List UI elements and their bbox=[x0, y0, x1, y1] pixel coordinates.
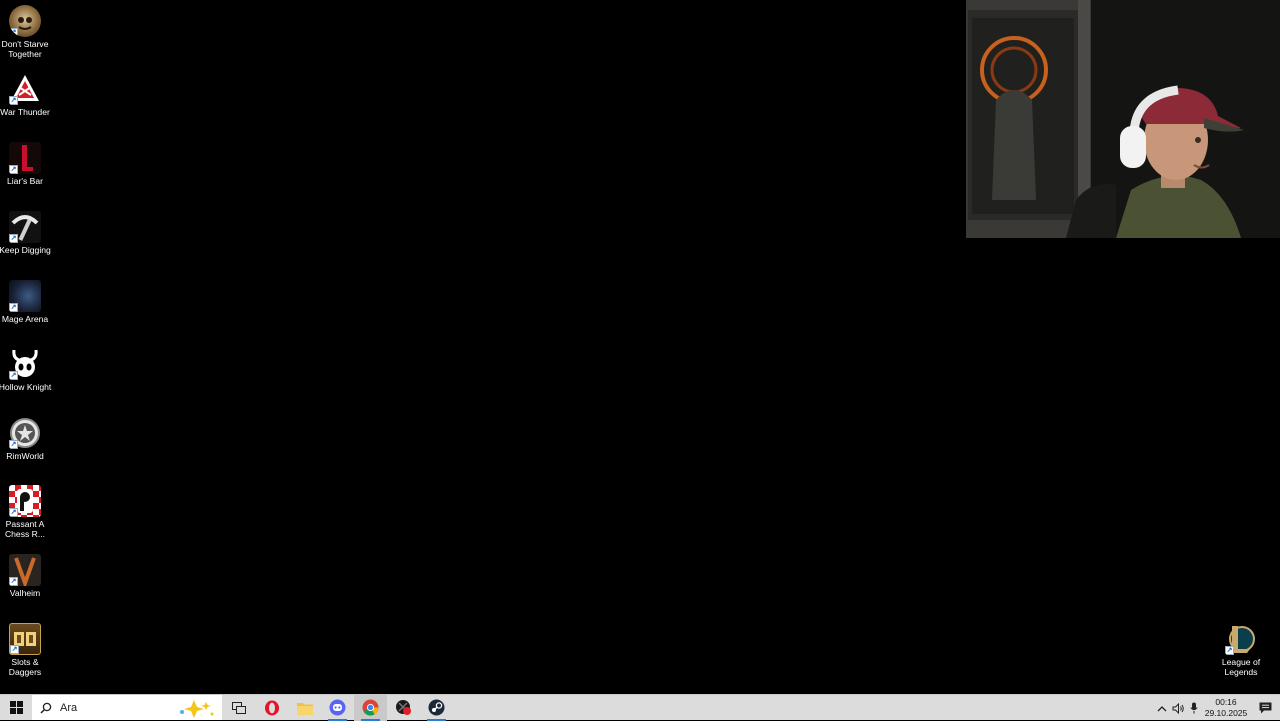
desktop-icon-label: Hollow Knight bbox=[0, 382, 52, 392]
desktop-icon-label: RimWorld bbox=[6, 451, 44, 461]
taskbar: Ara 00:16 29.10.2025 bbox=[0, 694, 1280, 721]
task-view-icon bbox=[231, 701, 246, 714]
desktop-icon-label: War Thunder bbox=[0, 107, 50, 117]
red-black-app-icon bbox=[396, 700, 411, 715]
search-placeholder: Ara bbox=[60, 701, 78, 714]
desktop-icon-passant-chess[interactable]: ↗ Passant A Chess R... bbox=[0, 485, 52, 539]
windows-logo-icon bbox=[9, 701, 23, 714]
steam-icon bbox=[428, 699, 445, 716]
passant-chess-icon: ↗ bbox=[9, 485, 41, 517]
desktop-icon-liars-bar[interactable]: ↗ Liar's Bar bbox=[0, 142, 52, 186]
opera-taskbar-button[interactable] bbox=[255, 695, 288, 721]
desktop-icon-slots-daggers[interactable]: ↗ Slots & Daggers bbox=[0, 623, 52, 677]
mage-arena-icon: ↗ bbox=[9, 280, 41, 312]
desktop-icon-rimworld[interactable]: ↗ RimWorld bbox=[0, 417, 52, 461]
discord-taskbar-button[interactable] bbox=[321, 695, 354, 721]
desktop-icon-keep-digging[interactable]: ↗ Keep Digging bbox=[0, 211, 52, 255]
microphone-button[interactable] bbox=[1186, 695, 1202, 721]
shortcut-arrow-icon: ↗ bbox=[9, 440, 18, 449]
war-thunder-icon: ↗ bbox=[9, 73, 41, 105]
liars-bar-icon: ↗ bbox=[9, 142, 41, 174]
shortcut-arrow-icon: ↗ bbox=[9, 234, 18, 243]
desktop-icon-war-thunder[interactable]: ↗ War Thunder bbox=[0, 73, 52, 117]
system-tray: 00:16 29.10.2025 bbox=[1154, 695, 1280, 721]
steam-taskbar-button[interactable] bbox=[420, 695, 453, 721]
desktop-icon-label: Valheim bbox=[9, 588, 41, 598]
desktop-icon-dont-starve-together[interactable]: ↗ Don't Starve Together bbox=[0, 5, 52, 59]
desktop-icon-label: Liar's Bar bbox=[6, 176, 44, 186]
shortcut-arrow-icon: ↗ bbox=[9, 28, 18, 37]
folder-icon bbox=[296, 702, 313, 715]
keep-digging-icon: ↗ bbox=[9, 211, 41, 243]
desktop-icon-label: Slots & Daggers bbox=[8, 657, 42, 677]
file-explorer-taskbar-button[interactable] bbox=[288, 695, 321, 721]
dont-starve-together-icon: ↗ bbox=[9, 5, 41, 37]
shortcut-arrow-icon: ↗ bbox=[9, 508, 18, 517]
chrome-icon bbox=[362, 699, 379, 716]
show-hidden-icons-button[interactable] bbox=[1154, 695, 1170, 721]
desktop-icon-valheim[interactable]: ↗ Valheim bbox=[0, 554, 52, 598]
desktop-icon-mage-arena[interactable]: ↗ Mage Arena bbox=[0, 280, 52, 324]
shortcut-arrow-icon: ↗ bbox=[9, 577, 18, 586]
league-of-legends-icon: ↗ bbox=[1225, 623, 1257, 655]
opera-icon bbox=[264, 700, 279, 715]
discord-icon bbox=[329, 699, 346, 716]
desktop-icon-label: League of Legends bbox=[1221, 657, 1261, 677]
clock[interactable]: 00:16 29.10.2025 bbox=[1202, 697, 1250, 719]
task-view-button[interactable] bbox=[222, 695, 255, 721]
speaker-icon bbox=[1172, 702, 1184, 714]
valheim-icon: ↗ bbox=[9, 554, 41, 586]
shortcut-arrow-icon: ↗ bbox=[9, 165, 18, 174]
chrome-taskbar-button[interactable] bbox=[354, 694, 387, 721]
chevron-up-icon bbox=[1157, 705, 1167, 711]
start-button[interactable] bbox=[0, 695, 32, 721]
shortcut-arrow-icon: ↗ bbox=[9, 371, 18, 380]
shortcut-arrow-icon: ↗ bbox=[9, 303, 18, 312]
desktop-icon-label: Keep Digging bbox=[0, 245, 51, 255]
shortcut-arrow-icon: ↗ bbox=[10, 645, 19, 654]
clock-date: 29.10.2025 bbox=[1204, 708, 1248, 718]
notification-center-button[interactable] bbox=[1250, 695, 1280, 721]
rimworld-icon: ↗ bbox=[9, 417, 41, 449]
search-box[interactable]: Ara bbox=[32, 695, 222, 720]
shortcut-arrow-icon: ↗ bbox=[9, 96, 18, 105]
desktop-icon-label: Don't Starve Together bbox=[1, 39, 49, 59]
desktop-icon-hollow-knight[interactable]: ↗ Hollow Knight bbox=[0, 348, 52, 392]
microphone-icon bbox=[1190, 702, 1198, 714]
shortcut-arrow-icon: ↗ bbox=[1225, 646, 1234, 655]
slots-daggers-icon: ↗ bbox=[9, 623, 41, 655]
desktop-icon-league-of-legends[interactable]: ↗ League of Legends bbox=[1214, 623, 1268, 677]
notification-icon bbox=[1259, 702, 1271, 714]
desktop-icon-label: Mage Arena bbox=[1, 314, 49, 324]
search-icon bbox=[40, 702, 52, 714]
hollow-knight-icon: ↗ bbox=[9, 348, 41, 380]
volume-button[interactable] bbox=[1170, 695, 1186, 721]
search-highlight-icon bbox=[180, 700, 214, 718]
clock-time: 00:16 bbox=[1215, 697, 1237, 707]
webcam-overlay bbox=[966, 0, 1280, 238]
desktop-icon-label: Passant A Chess R... bbox=[4, 519, 46, 539]
red-black-app-taskbar-button[interactable] bbox=[387, 695, 420, 721]
